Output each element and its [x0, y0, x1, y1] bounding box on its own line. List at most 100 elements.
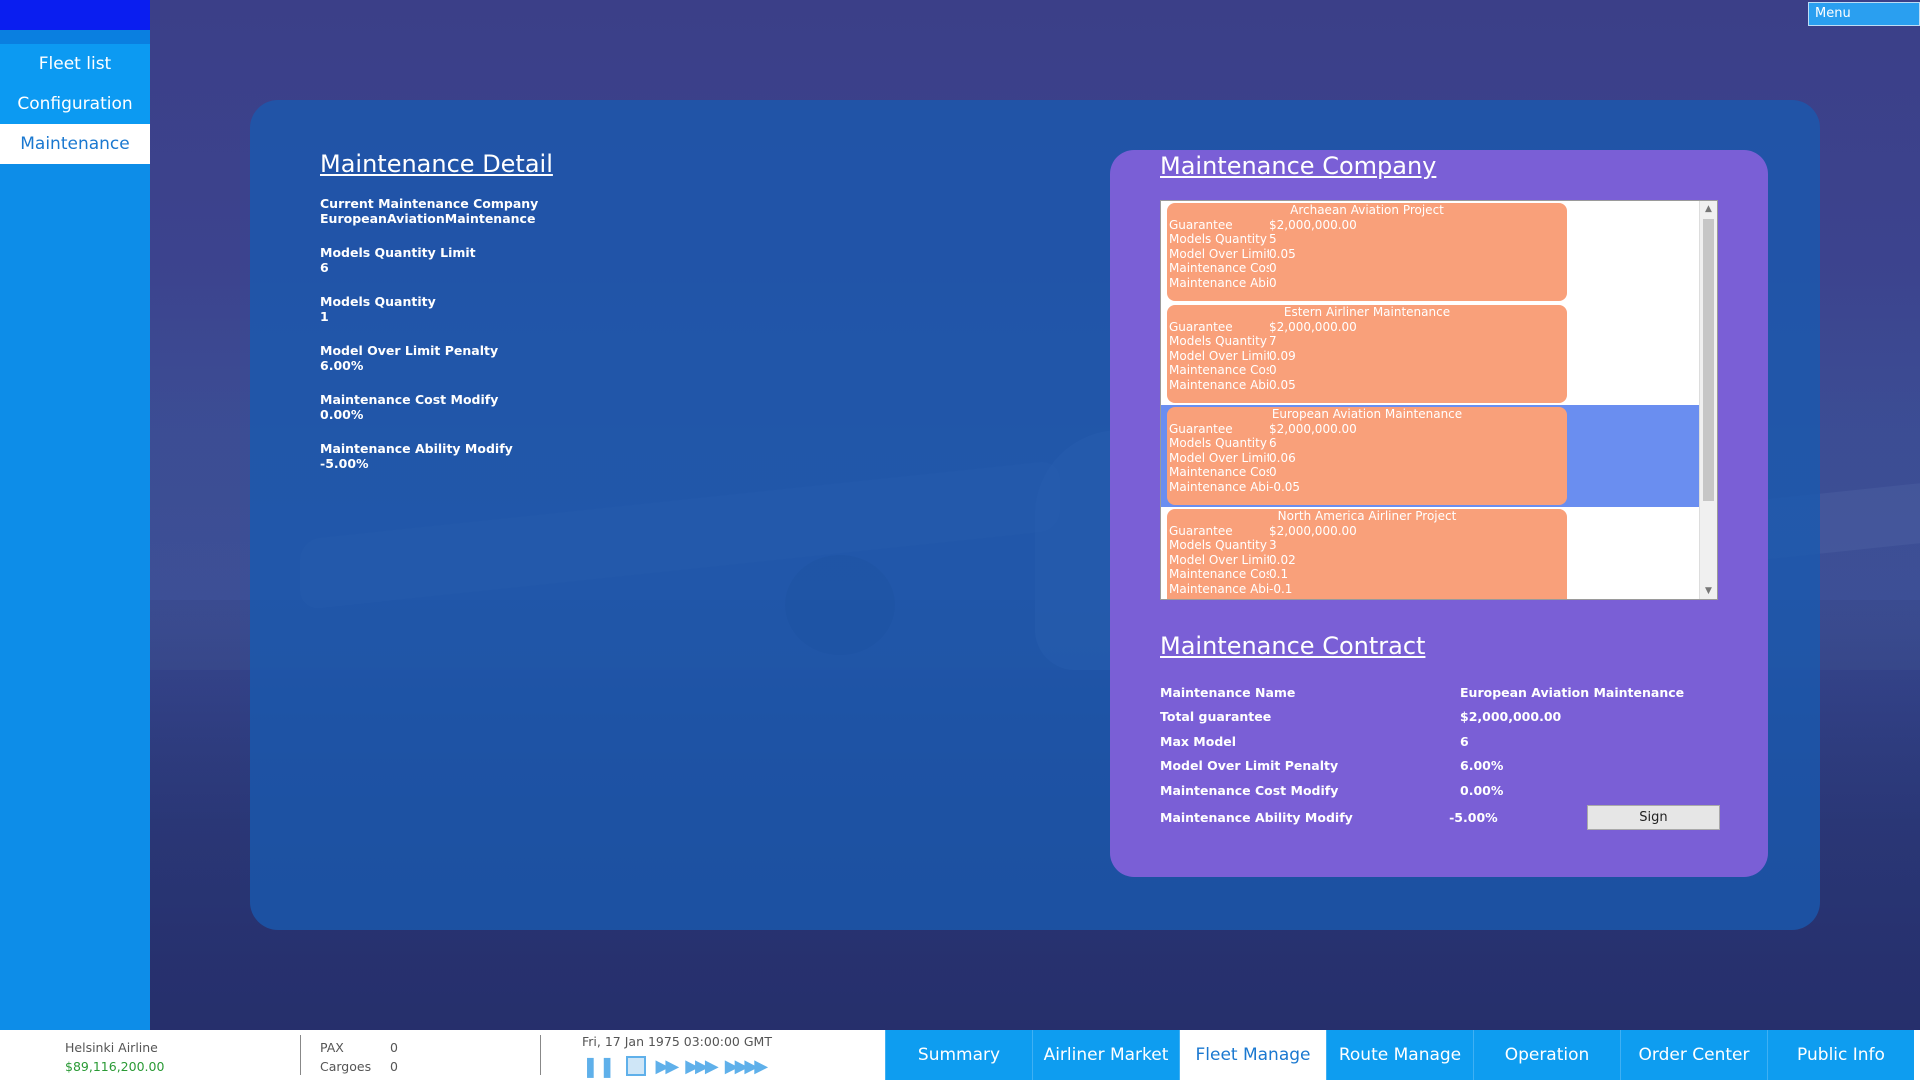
attr-value: 0.02	[1269, 552, 1296, 567]
speed-3x-icon[interactable]: ▶▶▶▶	[725, 1056, 768, 1077]
company-attr-row: Model Over Limit 0.02	[1169, 553, 1565, 568]
field-label: Models Quantity	[320, 294, 436, 309]
field-label: Current Maintenance Company	[320, 196, 539, 211]
company-list-item-selected[interactable]: European Aviation Maintenance Guarantee $…	[1161, 405, 1701, 507]
contract-row-max-model: Max Model 6	[1160, 729, 1720, 754]
company-name: North America Airliner Project	[1277, 509, 1457, 523]
divider	[300, 1035, 301, 1075]
company-attr-row: Model Over Limit 0.05	[1169, 247, 1565, 262]
scrollbar-thumb[interactable]	[1703, 219, 1714, 501]
maintenance-contract-title: Maintenance Contract	[1160, 632, 1426, 660]
stop-icon[interactable]	[625, 1056, 646, 1076]
contract-label: Max Model	[1160, 733, 1237, 749]
attr-value: 5	[1269, 232, 1277, 246]
detail-field-current-company: Current Maintenance Company EuropeanAvia…	[320, 196, 920, 226]
detail-field-ability-modify: Maintenance Ability Modify -5.00%	[320, 441, 920, 471]
airline-name: Helsinki Airline	[65, 1040, 158, 1055]
company-attr-row: Maintenance Abi 0.05	[1169, 378, 1565, 393]
attr-key: Maintenance Cos	[1169, 567, 1269, 581]
contract-label: Maintenance Cost Modify	[1160, 782, 1339, 798]
contract-value: 6	[1460, 733, 1469, 749]
company-attr-row: Guarantee $2,000,000.00	[1169, 320, 1565, 335]
attr-value: 0.05	[1269, 246, 1296, 261]
attr-value: $2,000,000.00	[1269, 523, 1357, 538]
attr-key: Guarantee	[1169, 523, 1233, 538]
company-list-item[interactable]: Archaean Aviation Project Guarantee $2,00…	[1161, 201, 1701, 303]
sidebar-top-bar	[0, 0, 150, 30]
contract-value: 6.00%	[1460, 758, 1504, 774]
sidebar-item-configuration[interactable]: Configuration	[0, 84, 150, 124]
detail-field-over-limit-penalty: Model Over Limit Penalty 6.00%	[320, 343, 920, 373]
tab-order-center[interactable]: Order Center	[1620, 1030, 1767, 1080]
field-label: Model Over Limit Penalty	[320, 343, 499, 358]
contract-row-name: Maintenance Name European Aviation Maint…	[1160, 680, 1720, 705]
attr-value: $2,000,000.00	[1269, 421, 1357, 436]
field-value: EuropeanAviationMaintenance	[320, 211, 536, 226]
contract-label: Total guarantee	[1160, 709, 1272, 725]
menu-button[interactable]: Menu	[1808, 2, 1920, 26]
scroll-down-icon[interactable]: ▼	[1700, 583, 1717, 599]
tab-public-info[interactable]: Public Info	[1767, 1030, 1914, 1080]
company-attr-row: Model Over Limit 0.09	[1169, 349, 1565, 364]
company-list-item[interactable]: North America Airliner Project Guarantee…	[1161, 507, 1701, 599]
company-attr-row: Maintenance Cos 0	[1169, 363, 1565, 378]
attr-key: Models Quantity	[1169, 232, 1267, 246]
game-datetime: Fri, 17 Jan 1975 03:00:00 GMT	[582, 1034, 772, 1049]
contract-row-guarantee: Total guarantee $2,000,000.00	[1160, 705, 1720, 730]
tab-airliner-market[interactable]: Airliner Market	[1032, 1030, 1179, 1080]
company-card: European Aviation Maintenance Guarantee $…	[1167, 407, 1567, 505]
company-list-item[interactable]: Estern Airliner Maintenance Guarantee $2,…	[1161, 303, 1701, 405]
detail-field-models-quantity-limit: Models Quantity Limit 6	[320, 245, 920, 275]
company-list[interactable]: Archaean Aviation Project Guarantee $2,00…	[1160, 200, 1718, 600]
company-attr-row: Models Quantity 7	[1169, 334, 1565, 349]
pause-icon[interactable]: ❚❚	[582, 1054, 616, 1078]
company-name: Archaean Aviation Project	[1290, 203, 1444, 217]
maintenance-company-panel: Maintenance Company Archaean Aviation Pr…	[1110, 150, 1768, 877]
company-name: European Aviation Maintenance	[1271, 407, 1463, 421]
company-attr-row: Guarantee $2,000,000.00	[1169, 524, 1565, 539]
attr-value: $2,000,000.00	[1269, 217, 1357, 232]
company-attr-row: Guarantee $2,000,000.00	[1169, 422, 1565, 437]
company-card: Archaean Aviation Project Guarantee $2,00…	[1167, 203, 1567, 301]
attr-value: 0.06	[1269, 450, 1296, 465]
attr-value: 0	[1269, 363, 1277, 377]
company-attr-row: Maintenance Abi -0.05	[1169, 480, 1565, 495]
company-attr-row: Model Over Limit 0.06	[1169, 451, 1565, 466]
main-nav-tabs: Summary Airliner Market Fleet Manage Rou…	[885, 1030, 1914, 1080]
attr-key: Maintenance Cos	[1169, 261, 1269, 275]
scroll-up-icon[interactable]: ▲	[1700, 201, 1717, 217]
attr-key: Maintenance Abi	[1169, 275, 1269, 290]
cargo-value: 0	[390, 1059, 398, 1074]
attr-value: -0.05	[1269, 479, 1301, 494]
company-attr-row: Models Quantity 6	[1169, 436, 1565, 451]
field-label: Models Quantity Limit	[320, 245, 476, 260]
sidebar-strip	[0, 30, 150, 44]
detail-field-models-quantity: Models Quantity 1	[320, 294, 920, 324]
sidebar-item-maintenance[interactable]: Maintenance	[0, 124, 150, 164]
attr-key: Guarantee	[1169, 319, 1233, 334]
airline-money: $89,116,200.00	[65, 1059, 165, 1074]
company-list-scrollbar[interactable]: ▲ ▼	[1699, 201, 1717, 599]
sign-button[interactable]: Sign	[1586, 805, 1720, 830]
sidebar-item-fleet-list[interactable]: Fleet list	[0, 44, 150, 84]
attr-key: Models Quantity	[1169, 334, 1267, 348]
company-card: North America Airliner Project Guarantee…	[1167, 509, 1567, 599]
tab-summary[interactable]: Summary	[885, 1030, 1032, 1080]
tab-fleet-manage[interactable]: Fleet Manage	[1179, 1030, 1326, 1080]
company-attr-row: Maintenance Abi 0	[1169, 276, 1565, 291]
attr-key: Model Over Limit	[1169, 348, 1269, 363]
attr-key: Maintenance Abi	[1169, 479, 1269, 494]
attr-key: Guarantee	[1169, 217, 1233, 232]
tab-route-manage[interactable]: Route Manage	[1326, 1030, 1473, 1080]
tab-operation[interactable]: Operation	[1473, 1030, 1620, 1080]
company-attr-row: Maintenance Cos 0	[1169, 261, 1565, 276]
field-value: 0.00%	[320, 407, 364, 422]
speed-2x-icon[interactable]: ▶▶▶	[685, 1056, 718, 1077]
company-attr-row: Maintenance Cos 0	[1169, 465, 1565, 480]
field-value: -5.00%	[320, 456, 369, 471]
sidebar: Fleet list Configuration Maintenance	[0, 0, 150, 1030]
attr-key: Guarantee	[1169, 421, 1233, 436]
company-attr-row: Models Quantity 5	[1169, 232, 1565, 247]
attr-value: 3	[1269, 538, 1277, 552]
speed-1x-icon[interactable]: ▶▶	[656, 1056, 680, 1077]
